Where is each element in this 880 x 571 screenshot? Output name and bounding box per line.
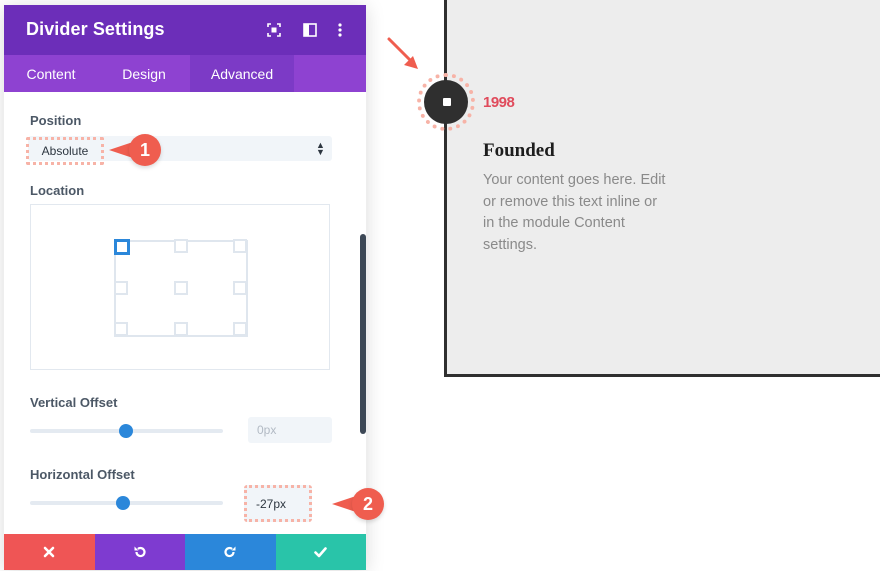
- card-heading: Founded: [483, 140, 555, 161]
- card-body-line: Your content goes here. Edit: [483, 172, 666, 188]
- cancel-button[interactable]: [4, 534, 95, 570]
- more-options-icon[interactable]: [330, 20, 350, 40]
- redo-icon: [224, 546, 236, 558]
- horizontal-offset-slider-thumb[interactable]: [116, 496, 130, 510]
- callout-1-number: 1: [129, 134, 161, 166]
- panel-title: Divider Settings: [26, 19, 165, 39]
- horizontal-offset-input[interactable]: -27px: [244, 485, 312, 522]
- position-label: Position: [30, 113, 82, 128]
- callout-2-number: 2: [352, 488, 384, 520]
- save-button[interactable]: [275, 534, 366, 570]
- tab-content[interactable]: Content: [4, 55, 98, 92]
- tab-advanced[interactable]: Advanced: [190, 55, 294, 92]
- location-bottom-center[interactable]: [174, 322, 188, 336]
- location-center-left[interactable]: [114, 281, 128, 295]
- location-top-right[interactable]: [233, 239, 247, 253]
- vertical-offset-input[interactable]: 0px: [248, 417, 332, 443]
- card-body-line: in the module Content: [483, 215, 625, 231]
- select-arrows-icon: ▲ ▼: [316, 140, 325, 157]
- callout-1: 1: [109, 134, 161, 166]
- location-bottom-left[interactable]: [114, 322, 128, 336]
- redo-button[interactable]: [185, 534, 276, 570]
- vertical-offset-label: Vertical Offset: [30, 395, 118, 410]
- card-body-line: settings.: [483, 236, 537, 253]
- vertical-offset-slider-thumb[interactable]: [119, 424, 133, 438]
- pointer-arrow-icon: [387, 37, 418, 69]
- horizontal-offset-label: Horizontal Offset: [30, 467, 135, 482]
- card-body-line: or remove this text inline or: [483, 193, 658, 210]
- location-bottom-right[interactable]: [233, 322, 247, 336]
- timeline-year: 1998: [483, 94, 515, 111]
- card-body: Your content goes here. Edit or remove t…: [483, 170, 693, 256]
- location-center[interactable]: [174, 281, 188, 295]
- expand-icon[interactable]: [264, 20, 284, 40]
- close-icon: [43, 546, 55, 558]
- location-top-center[interactable]: [174, 239, 188, 253]
- check-icon: [314, 546, 328, 557]
- location-label: Location: [30, 183, 85, 198]
- location-top-left[interactable]: [114, 239, 130, 255]
- location-center-right[interactable]: [233, 281, 247, 295]
- undo-icon: [134, 546, 146, 558]
- panel-scrollbar[interactable]: [360, 234, 366, 434]
- tab-design[interactable]: Design: [98, 55, 190, 92]
- callout-2: 2: [332, 488, 384, 520]
- split-view-icon[interactable]: [300, 20, 320, 40]
- divider-settings-panel: Divider Settings Content Design Advanced…: [4, 5, 366, 570]
- undo-button[interactable]: [94, 534, 185, 570]
- position-select-value[interactable]: Absolute: [26, 137, 104, 165]
- panel-footer: [4, 534, 366, 570]
- tab-bar: Content Design Advanced: [4, 55, 366, 92]
- marker-square-icon: [443, 98, 451, 106]
- panel-header: Divider Settings: [4, 5, 366, 55]
